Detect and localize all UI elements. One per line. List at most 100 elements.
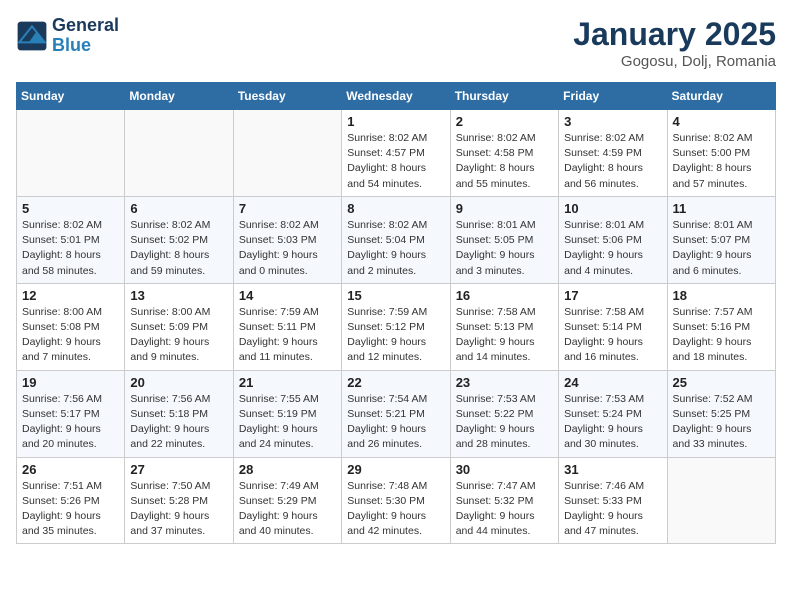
title-block: January 2025 Gogosu, Dolj, Romania [573,16,776,70]
calendar-day-1: 1Sunrise: 8:02 AM Sunset: 4:57 PM Daylig… [342,110,450,197]
calendar-day-24: 24 Sunrise: 7:53 AM Sunset: 5:24 PM Dayli… [559,370,667,457]
day-number: 30 [456,462,553,477]
day-number: 27 [130,462,227,477]
calendar-body: 1Sunrise: 8:02 AM Sunset: 4:57 PM Daylig… [17,110,776,544]
day-number: 16 [456,288,553,303]
day-number: 28 [239,462,336,477]
day-number: 10 [564,201,661,216]
day-info: Sunrise: 7:53 AM Sunset: 5:24 PM Dayligh… [564,392,661,453]
calendar-day-28: 28 Sunrise: 7:49 AM Sunset: 5:29 PM Dayli… [233,457,341,544]
day-number: 21 [239,375,336,390]
day-number: 18 [673,288,770,303]
calendar-day-25: 25 Sunrise: 7:52 AM Sunset: 5:25 PM Dayli… [667,370,775,457]
day-info: Sunrise: 8:00 AM Sunset: 5:08 PM Dayligh… [22,305,119,366]
calendar-day-6: 6Sunrise: 8:02 AM Sunset: 5:02 PM Daylig… [125,196,233,283]
calendar-day-21: 21 Sunrise: 7:55 AM Sunset: 5:19 PM Dayli… [233,370,341,457]
day-header-tuesday: Tuesday [233,83,341,110]
day-info: Sunrise: 7:49 AM Sunset: 5:29 PM Dayligh… [239,479,336,540]
calendar-day-4: 4Sunrise: 8:02 AM Sunset: 5:00 PM Daylig… [667,110,775,197]
calendar-day-31: 31Sunrise: 7:46 AM Sunset: 5:33 PM Dayli… [559,457,667,544]
day-info: Sunrise: 8:00 AM Sunset: 5:09 PM Dayligh… [130,305,227,366]
day-number: 3 [564,114,661,129]
calendar-day-19: 19 Sunrise: 7:56 AM Sunset: 5:17 PM Dayli… [17,370,125,457]
day-header-monday: Monday [125,83,233,110]
day-info: Sunrise: 7:51 AM Sunset: 5:26 PM Dayligh… [22,479,119,540]
day-number: 15 [347,288,444,303]
calendar-day-27: 27 Sunrise: 7:50 AM Sunset: 5:28 PM Dayli… [125,457,233,544]
day-number: 1 [347,114,444,129]
logo: General Blue [16,16,119,56]
day-number: 13 [130,288,227,303]
day-info: Sunrise: 8:02 AM Sunset: 5:00 PM Dayligh… [673,131,770,192]
day-number: 14 [239,288,336,303]
day-number: 22 [347,375,444,390]
calendar-header: SundayMondayTuesdayWednesdayThursdayFrid… [17,83,776,110]
day-info: Sunrise: 8:01 AM Sunset: 5:07 PM Dayligh… [673,218,770,279]
calendar-day-empty [17,110,125,197]
day-info: Sunrise: 7:50 AM Sunset: 5:28 PM Dayligh… [130,479,227,540]
day-number: 7 [239,201,336,216]
calendar-day-14: 14 Sunrise: 7:59 AM Sunset: 5:11 PM Dayli… [233,283,341,370]
calendar-day-5: 5 Sunrise: 8:02 AM Sunset: 5:01 PM Daylig… [17,196,125,283]
calendar-week-row: 1Sunrise: 8:02 AM Sunset: 4:57 PM Daylig… [17,110,776,197]
day-info: Sunrise: 8:01 AM Sunset: 5:06 PM Dayligh… [564,218,661,279]
day-header-saturday: Saturday [667,83,775,110]
calendar-day-23: 23 Sunrise: 7:53 AM Sunset: 5:22 PM Dayli… [450,370,558,457]
day-info: Sunrise: 8:02 AM Sunset: 5:03 PM Dayligh… [239,218,336,279]
day-info: Sunrise: 8:01 AM Sunset: 5:05 PM Dayligh… [456,218,553,279]
day-info: Sunrise: 7:59 AM Sunset: 5:12 PM Dayligh… [347,305,444,366]
calendar-title: January 2025 [573,16,776,53]
calendar-day-8: 8Sunrise: 8:02 AM Sunset: 5:04 PM Daylig… [342,196,450,283]
day-number: 31 [564,462,661,477]
calendar-week-row: 12 Sunrise: 8:00 AM Sunset: 5:08 PM Dayli… [17,283,776,370]
day-info: Sunrise: 7:56 AM Sunset: 5:18 PM Dayligh… [130,392,227,453]
calendar-day-29: 29Sunrise: 7:48 AM Sunset: 5:30 PM Dayli… [342,457,450,544]
day-header-wednesday: Wednesday [342,83,450,110]
day-number: 12 [22,288,119,303]
day-number: 23 [456,375,553,390]
calendar-day-15: 15 Sunrise: 7:59 AM Sunset: 5:12 PM Dayli… [342,283,450,370]
calendar-day-3: 3 Sunrise: 8:02 AM Sunset: 4:59 PM Daylig… [559,110,667,197]
day-info: Sunrise: 8:02 AM Sunset: 5:01 PM Dayligh… [22,218,119,279]
day-info: Sunrise: 7:54 AM Sunset: 5:21 PM Dayligh… [347,392,444,453]
day-number: 25 [673,375,770,390]
day-info: Sunrise: 8:02 AM Sunset: 5:02 PM Dayligh… [130,218,227,279]
day-info: Sunrise: 7:47 AM Sunset: 5:32 PM Dayligh… [456,479,553,540]
day-number: 24 [564,375,661,390]
day-number: 20 [130,375,227,390]
day-info: Sunrise: 7:58 AM Sunset: 5:14 PM Dayligh… [564,305,661,366]
calendar-day-17: 17 Sunrise: 7:58 AM Sunset: 5:14 PM Dayli… [559,283,667,370]
calendar-day-18: 18Sunrise: 7:57 AM Sunset: 5:16 PM Dayli… [667,283,775,370]
calendar-subtitle: Gogosu, Dolj, Romania [573,53,776,70]
day-number: 2 [456,114,553,129]
day-info: Sunrise: 8:02 AM Sunset: 5:04 PM Dayligh… [347,218,444,279]
calendar-week-row: 19 Sunrise: 7:56 AM Sunset: 5:17 PM Dayli… [17,370,776,457]
calendar-day-13: 13 Sunrise: 8:00 AM Sunset: 5:09 PM Dayli… [125,283,233,370]
calendar-day-10: 10 Sunrise: 8:01 AM Sunset: 5:06 PM Dayli… [559,196,667,283]
calendar-day-26: 26 Sunrise: 7:51 AM Sunset: 5:26 PM Dayli… [17,457,125,544]
day-info: Sunrise: 8:02 AM Sunset: 4:59 PM Dayligh… [564,131,661,192]
page-header: General Blue January 2025 Gogosu, Dolj, … [16,16,776,70]
logo-text: General Blue [52,16,119,56]
calendar-day-empty [233,110,341,197]
logo-icon [16,20,48,52]
day-number: 5 [22,201,119,216]
day-number: 26 [22,462,119,477]
day-number: 9 [456,201,553,216]
day-info: Sunrise: 7:59 AM Sunset: 5:11 PM Dayligh… [239,305,336,366]
day-header-sunday: Sunday [17,83,125,110]
day-number: 17 [564,288,661,303]
day-info: Sunrise: 7:58 AM Sunset: 5:13 PM Dayligh… [456,305,553,366]
calendar-week-row: 26 Sunrise: 7:51 AM Sunset: 5:26 PM Dayli… [17,457,776,544]
day-info: Sunrise: 7:53 AM Sunset: 5:22 PM Dayligh… [456,392,553,453]
calendar-day-empty [667,457,775,544]
calendar-week-row: 5 Sunrise: 8:02 AM Sunset: 5:01 PM Daylig… [17,196,776,283]
calendar-day-16: 16 Sunrise: 7:58 AM Sunset: 5:13 PM Dayli… [450,283,558,370]
calendar-day-20: 20 Sunrise: 7:56 AM Sunset: 5:18 PM Dayli… [125,370,233,457]
calendar-day-22: 22 Sunrise: 7:54 AM Sunset: 5:21 PM Dayli… [342,370,450,457]
calendar-day-2: 2Sunrise: 8:02 AM Sunset: 4:58 PM Daylig… [450,110,558,197]
day-info: Sunrise: 7:55 AM Sunset: 5:19 PM Dayligh… [239,392,336,453]
day-number: 19 [22,375,119,390]
day-info: Sunrise: 7:56 AM Sunset: 5:17 PM Dayligh… [22,392,119,453]
day-info: Sunrise: 7:52 AM Sunset: 5:25 PM Dayligh… [673,392,770,453]
